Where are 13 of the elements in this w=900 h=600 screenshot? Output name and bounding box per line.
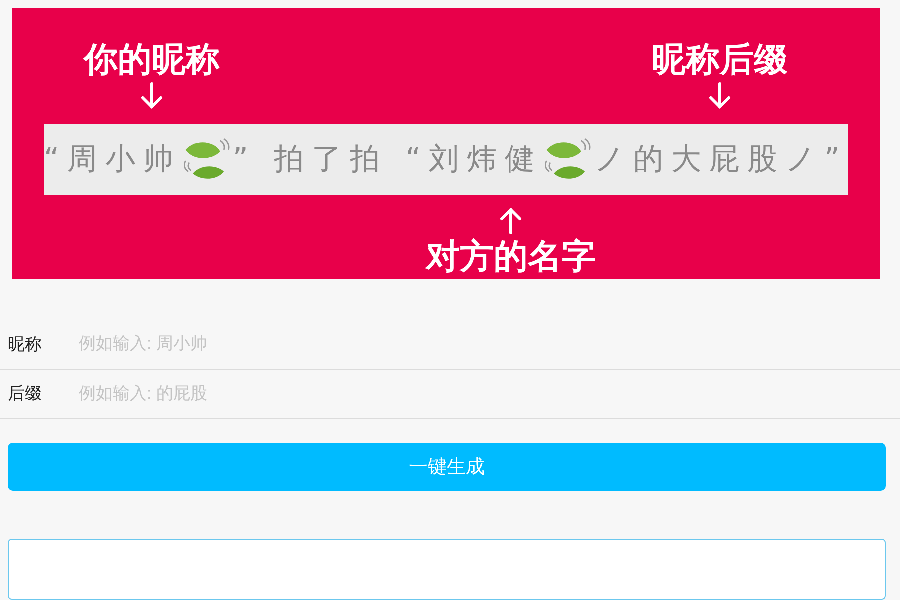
output-field[interactable]: [8, 538, 886, 600]
example-text: “周小帅: [44, 141, 182, 179]
callout-label: 对方的名字: [426, 236, 596, 279]
down-arrow-icon: [709, 82, 731, 110]
field-label: 昵称: [8, 334, 43, 356]
field-label: 后缀: [8, 383, 43, 406]
callout-label: 你的昵称: [84, 39, 220, 82]
down-arrow-icon: [141, 82, 163, 110]
example-text: ” 拍了拍 “刘炜健: [232, 141, 544, 179]
generate-button[interactable]: 一键生成: [8, 443, 886, 491]
callout-label: 昵称后缀: [652, 39, 788, 82]
example-text: ノ的大屁股ノ”: [594, 141, 848, 179]
up-arrow-icon: [500, 207, 522, 235]
